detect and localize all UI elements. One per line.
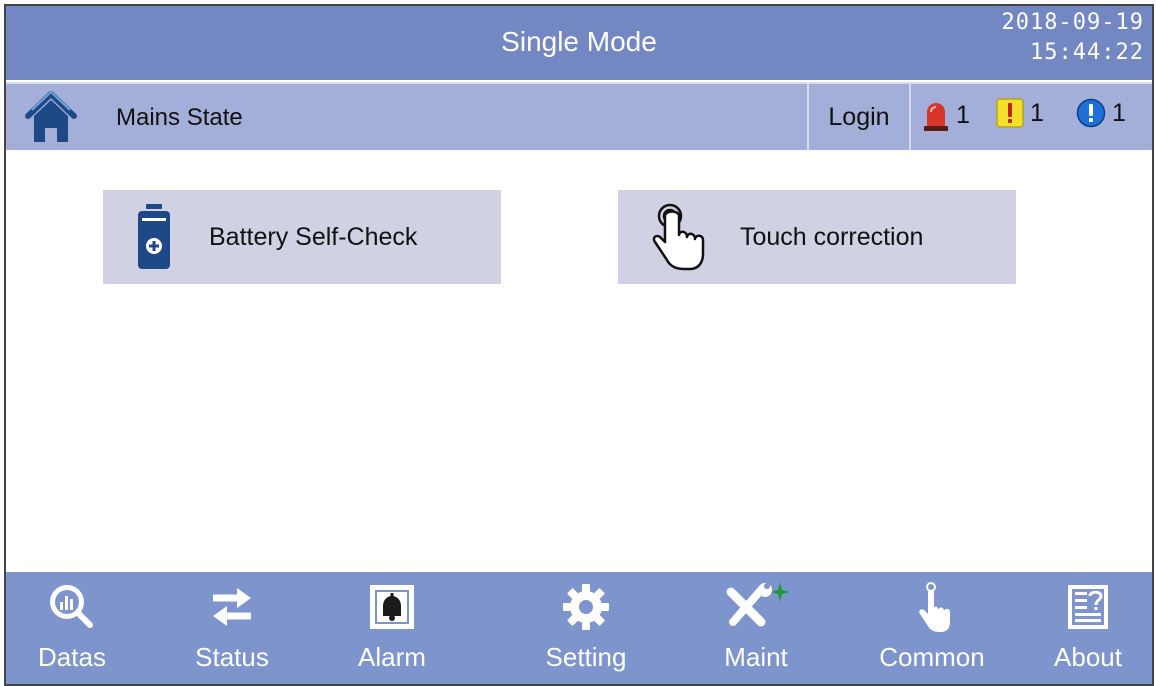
login-button[interactable]: Login bbox=[809, 84, 909, 150]
nav-item-alarm[interactable]: Alarm bbox=[326, 572, 458, 684]
arrows-exchange-icon bbox=[213, 588, 251, 626]
nav-label-setting: Setting bbox=[545, 642, 627, 672]
battery-self-check-label: Battery Self-Check bbox=[209, 222, 418, 251]
divider bbox=[909, 84, 911, 150]
mains-state-label: Mains State bbox=[116, 104, 243, 131]
bottom-nav: Datas Status Alarm Setting Maint Common … bbox=[6, 572, 1152, 684]
bell-icon bbox=[370, 585, 414, 629]
nav-label-maint: Maint bbox=[724, 642, 788, 672]
about-document-icon bbox=[1068, 585, 1108, 629]
pointer-hand-icon bbox=[919, 582, 950, 632]
gear-icon bbox=[563, 584, 609, 630]
content-area: Battery Self-Check Touch correction bbox=[6, 152, 1152, 574]
battery-plus-icon bbox=[138, 204, 170, 269]
nav-label-alarm: Alarm bbox=[358, 642, 426, 672]
mode-title: Single Mode bbox=[501, 26, 657, 57]
info-icon bbox=[1076, 98, 1106, 128]
sub-header: Mains State Login 1 1 1 bbox=[6, 82, 1152, 150]
touch-correction-label: Touch correction bbox=[740, 222, 924, 251]
nav-label-status: Status bbox=[195, 642, 269, 672]
nav-item-common[interactable]: Common bbox=[862, 572, 1002, 684]
warning-icon bbox=[996, 98, 1024, 128]
info-alarm-indicator[interactable]: 1 bbox=[1076, 98, 1126, 128]
clock-time: 15:44:22 bbox=[1030, 40, 1144, 65]
warning-alarm-indicator[interactable]: 1 bbox=[996, 98, 1044, 128]
nav-item-about[interactable]: About bbox=[1022, 572, 1154, 684]
nav-item-setting[interactable]: Setting bbox=[516, 572, 656, 684]
nav-item-status[interactable]: Status bbox=[166, 572, 298, 684]
wrench-screwdriver-icon bbox=[726, 582, 789, 627]
clock-date: 2018-09-19 bbox=[1001, 10, 1144, 35]
touch-hand-icon bbox=[652, 203, 705, 271]
nav-item-datas[interactable]: Datas bbox=[6, 572, 138, 684]
touch-correction-button[interactable]: Touch correction bbox=[618, 190, 1016, 284]
battery-self-check-button[interactable]: Battery Self-Check bbox=[103, 190, 501, 284]
nav-label-about: About bbox=[1054, 642, 1122, 672]
info-alarm-count: 1 bbox=[1112, 98, 1126, 127]
critical-alarm-indicator[interactable]: 1 bbox=[922, 98, 970, 132]
nav-item-maint[interactable]: Maint bbox=[686, 572, 826, 684]
home-icon[interactable] bbox=[24, 88, 78, 146]
nav-label-datas: Datas bbox=[38, 642, 106, 672]
critical-alarm-count: 1 bbox=[956, 100, 970, 129]
nav-label-common: Common bbox=[879, 642, 985, 672]
warning-alarm-count: 1 bbox=[1030, 98, 1044, 127]
title-bar: Single Mode 2018-09-19 15:44:22 bbox=[6, 6, 1152, 80]
clock: 2018-09-19 15:44:22 bbox=[1002, 8, 1144, 68]
siren-icon bbox=[924, 103, 948, 131]
data-magnifier-icon bbox=[50, 585, 93, 628]
ups-screen: Single Mode 2018-09-19 15:44:22 Mains St… bbox=[4, 4, 1154, 686]
